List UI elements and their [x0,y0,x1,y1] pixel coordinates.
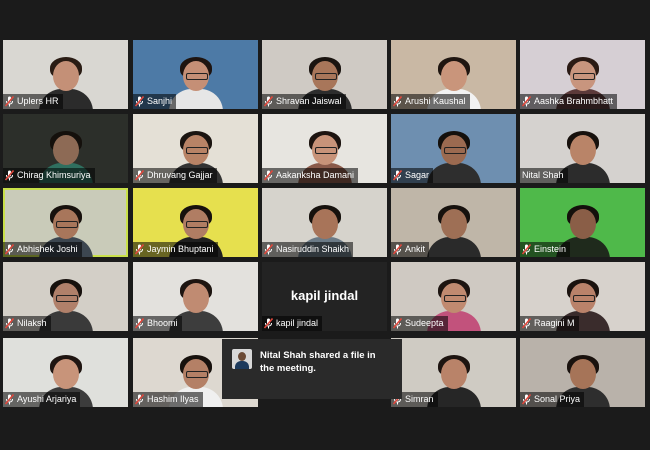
participant-nameplate: Nilaksh [3,316,51,331]
mic-muted-icon [393,170,402,181]
participant-nameplate: Jaymin Bhuptani [133,242,218,257]
participant-tile[interactable]: Nilaksh [3,262,128,331]
participant-name: Raagini M [534,318,575,328]
participant-nameplate: Bhoomi [133,316,182,331]
mic-muted-icon [264,318,273,329]
mic-muted-icon [5,96,14,107]
participant-tile[interactable]: Raagini M [520,262,645,331]
participant-name: Chirag Khimsuriya [17,170,91,180]
participant-tile[interactable]: Aashka Brahmbhatt [520,40,645,109]
mic-muted-icon [5,318,14,329]
participant-nameplate: Chirag Khimsuriya [3,168,95,183]
participant-nameplate: Einstein [520,242,571,257]
participant-tile[interactable]: Jaymin Bhuptani [133,188,258,257]
participant-name: Shravan Jaiswal [276,96,342,106]
participant-nameplate: Sagar [391,168,434,183]
mic-muted-icon [5,394,14,405]
participant-nameplate: Nasiruddin Shaikh [262,242,354,257]
participant-name: Arushi Kaushal [405,96,466,106]
participant-name: Sonal Priya [534,394,581,404]
participant-nameplate: Raagini M [520,316,579,331]
participant-tile[interactable]: Dhruvang Gajjar [133,114,258,183]
mic-muted-icon [393,96,402,107]
participant-nameplate: kapil jindal [262,316,323,331]
participant-name: Aashka Brahmbhatt [534,96,614,106]
participant-name: Simran [405,394,434,404]
participant-nameplate: Abhishek Joshi [3,242,82,257]
participant-tile[interactable]: Ayushi Arjariya [3,338,128,407]
participant-nameplate: Sanjhi [133,94,177,109]
participant-tile[interactable]: Sagar [391,114,516,183]
participant-name: Uplers HR [17,96,59,106]
participant-nameplate: Nital Shah [520,168,568,183]
participant-tile[interactable]: Uplers HR [3,40,128,109]
file-shared-notification[interactable]: Nital Shah shared a file in the meeting. [222,339,402,399]
participant-name: Nilaksh [17,318,47,328]
mic-muted-icon [393,318,402,329]
meeting-window: { "participants": [ {"name":"Uplers HR",… [0,0,650,450]
mic-muted-icon [522,394,531,405]
participant-tile[interactable]: Sonal Priya [520,338,645,407]
participant-name: Ayushi Arjariya [17,394,77,404]
mic-muted-icon [135,244,144,255]
participant-name: Jaymin Bhuptani [147,244,214,254]
mic-muted-icon [135,394,144,405]
participant-name: Abhishek Joshi [17,244,78,254]
mic-muted-icon [264,244,273,255]
mic-muted-icon [5,244,14,255]
participant-nameplate: Sudeepta [391,316,448,331]
participant-name: Sudeepta [405,318,444,328]
mic-muted-icon [522,244,531,255]
participant-name: Aakanksha Damani [276,170,355,180]
participant-tile[interactable]: Arushi Kaushal [391,40,516,109]
participant-name: Dhruvang Gajjar [147,170,213,180]
participant-tile[interactable]: Einstein [520,188,645,257]
mic-muted-icon [522,96,531,107]
participant-display-name: kapil jindal [290,288,359,303]
mic-muted-icon [135,170,144,181]
participant-tile[interactable]: Sudeepta [391,262,516,331]
mic-muted-icon [264,96,273,107]
mic-muted-icon [522,318,531,329]
mic-muted-icon [264,170,273,181]
participant-nameplate: Arushi Kaushal [391,94,470,109]
participant-tile[interactable]: Chirag Khimsuriya [3,114,128,183]
participant-nameplate: Shravan Jaiswal [262,94,346,109]
participant-name: Einstein [534,244,567,254]
participant-tile[interactable]: Bhoomi [133,262,258,331]
participant-name: kapil jindal [276,318,319,328]
participant-name: Sagar [405,170,430,180]
participant-nameplate: Ayushi Arjariya [3,392,81,407]
participant-name: Hashim Ilyas [147,394,199,404]
participant-nameplate: Aashka Brahmbhatt [520,94,618,109]
participant-video-figure [423,205,485,257]
participant-tile[interactable]: Sanjhi [133,40,258,109]
participant-tile[interactable]: Shravan Jaiswal [262,40,387,109]
participant-tile[interactable]: kapil jindal kapil jindal [262,262,387,331]
participant-nameplate: Uplers HR [3,94,63,109]
participant-name: Nital Shah [522,170,564,180]
participant-tile[interactable]: Nital Shah [520,114,645,183]
mic-muted-icon [135,96,144,107]
participant-tile[interactable]: Nasiruddin Shaikh [262,188,387,257]
participant-name: Ankit [405,244,426,254]
participant-nameplate: Ankit [391,242,430,257]
participant-nameplate: Hashim Ilyas [133,392,203,407]
participant-tile[interactable]: Abhishek Joshi [3,188,128,257]
notification-message: Nital Shah shared a file in the meeting. [260,350,376,374]
participant-nameplate: Aakanksha Damani [262,168,359,183]
mic-muted-icon [393,244,402,255]
participant-name: Bhoomi [147,318,178,328]
mic-muted-icon [135,318,144,329]
participant-name: Nasiruddin Shaikh [276,244,350,254]
mic-muted-icon [5,170,14,181]
participant-name: Sanjhi [147,96,173,106]
participant-nameplate: Sonal Priya [520,392,585,407]
participant-tile[interactable]: Ankit [391,188,516,257]
nital-shah-avatar [232,349,252,369]
participant-tile[interactable]: Aakanksha Damani [262,114,387,183]
participant-nameplate: Dhruvang Gajjar [133,168,217,183]
participant-tile[interactable]: Simran [391,338,516,407]
